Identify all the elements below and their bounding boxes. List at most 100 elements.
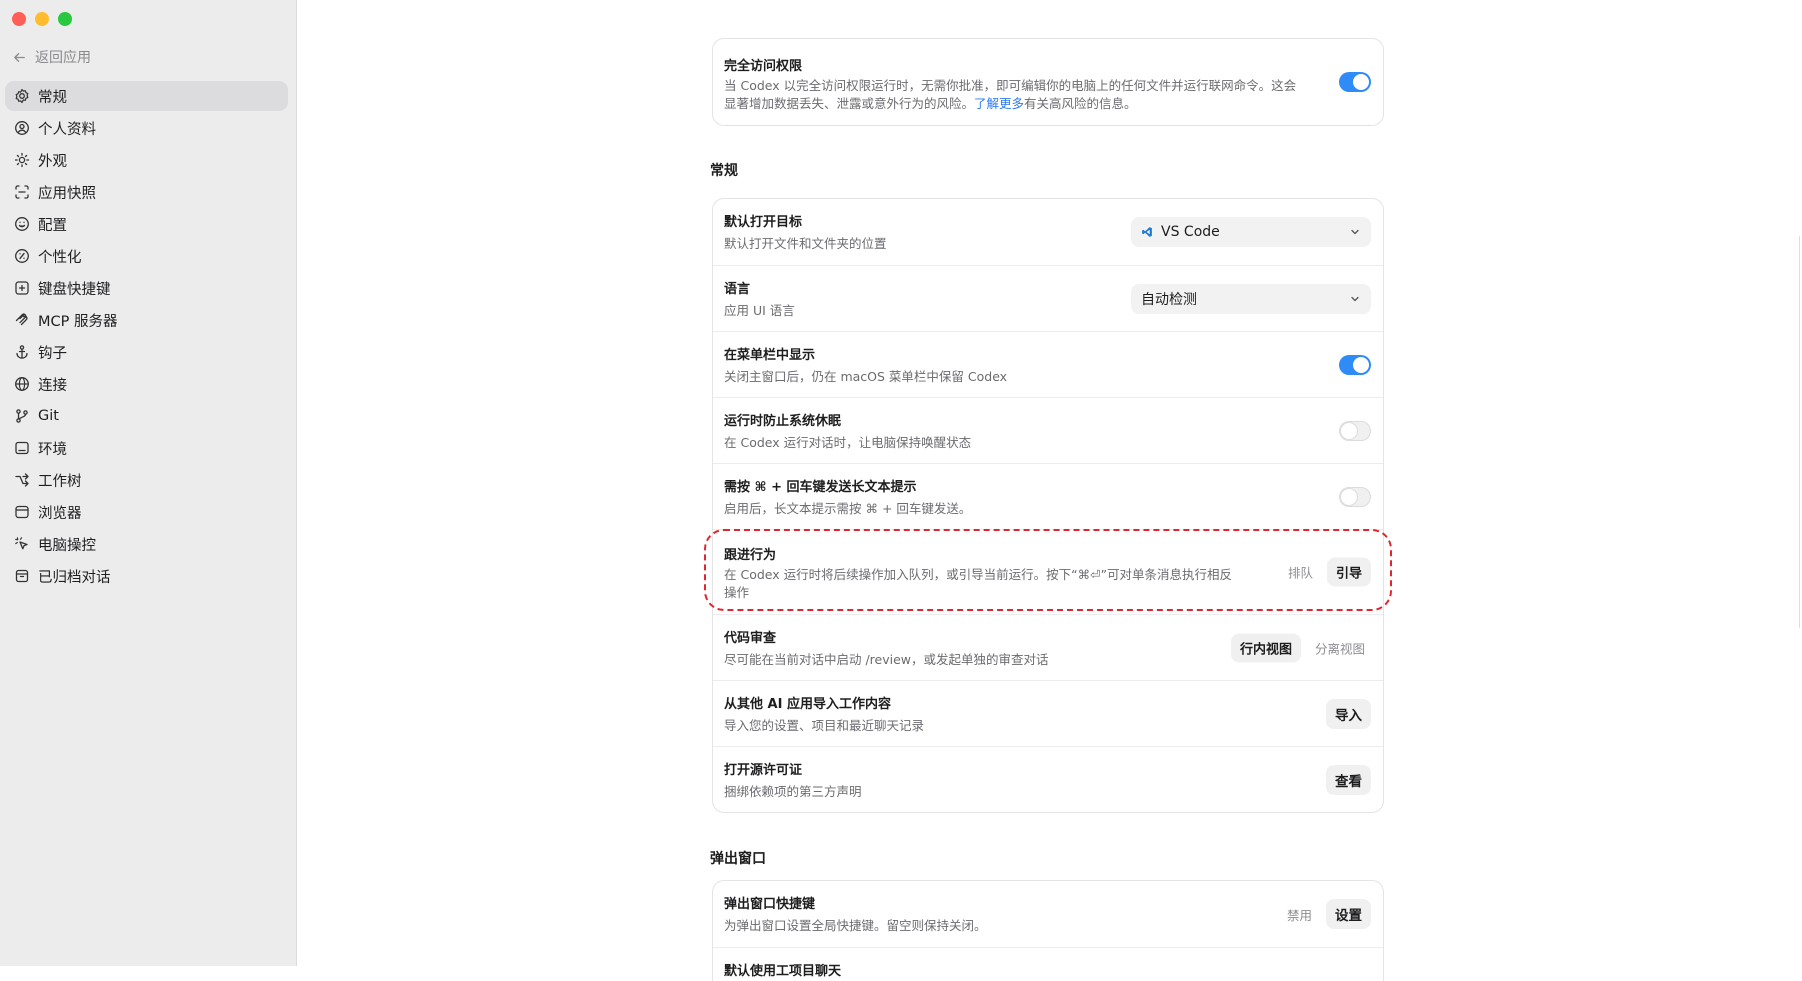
setting-show-in-menubar: 在菜单栏中显示 关闭主窗口后，仍在 macOS 菜单栏中保留 Codex — [713, 331, 1383, 397]
setting-description: 默认打开文件和文件夹的位置 — [724, 236, 887, 251]
sun-icon — [14, 152, 30, 168]
anchor-icon — [16, 345, 28, 359]
setting-default-open-target: 默认打开目标 默认打开文件和文件夹的位置 VS Code — [713, 199, 1383, 265]
setting-full-access: 完全访问权限 当 Codex 以完全访问权限运行时，无需你批准，即可编辑你的电脑… — [713, 39, 1383, 125]
sidebar-item-config[interactable]: 配置 — [5, 209, 288, 239]
default-open-select[interactable]: VS Code — [1131, 217, 1371, 247]
sidebar-item-label: 工作树 — [38, 473, 82, 490]
cmd-enter-toggle[interactable] — [1339, 486, 1371, 507]
steer-option[interactable]: 引导 — [1326, 557, 1371, 587]
sidebar-item-archived-chats[interactable]: 已归档对话 — [5, 561, 288, 591]
import-button[interactable]: 导入 — [1326, 698, 1371, 729]
desc-line-2-post: 有关高风险的信息。 — [1024, 96, 1137, 111]
sidebar-item-label: 浏览器 — [38, 505, 82, 522]
toggle-knob — [1341, 422, 1357, 439]
queue-option[interactable]: 排队 — [1282, 558, 1319, 587]
sidebar-item-hooks[interactable]: 钩子 — [5, 337, 288, 367]
arrow-left-icon — [14, 52, 25, 62]
setting-description: 尽可能在当前对话中启动 /review，或发起单独的审查对话 — [724, 652, 1049, 667]
setting-title: 需按 ⌘ + 回车键发送长文本提示 — [724, 480, 917, 495]
sidebar-item-browser[interactable]: 浏览器 — [5, 497, 288, 527]
scrollbar-track[interactable] — [1799, 236, 1800, 628]
sidebar-item-general[interactable]: 常规 — [5, 81, 288, 111]
select-value: VS Code — [1161, 224, 1220, 240]
full-access-toggle[interactable] — [1339, 72, 1371, 92]
select-value: 自动检测 — [1141, 291, 1197, 308]
setting-open-source-licenses: 打开源许可证 捆绑依赖项的第三方声明 查看 — [713, 746, 1383, 812]
control: 禁用 设置 — [1281, 899, 1371, 929]
user-circle-icon — [15, 121, 29, 135]
sidebar-item-label: 电脑操控 — [38, 537, 96, 554]
window-controls — [12, 12, 72, 26]
snapshot-icon — [15, 185, 29, 199]
shortcut-status: 禁用 — [1286, 907, 1312, 923]
inline-view-option[interactable]: 行内视图 — [1230, 633, 1301, 662]
menubar-toggle[interactable] — [1339, 354, 1371, 375]
setting-title: 语言 — [724, 282, 751, 297]
setting-description: 导入您的设置、项目和最近聊天记录 — [724, 718, 925, 733]
setting-import-from-ai-apps: 从其他 AI 应用导入工作内容 导入您的设置、项目和最近聊天记录 导入 — [713, 680, 1383, 746]
control — [1339, 486, 1371, 507]
split-view-option[interactable]: 分离视图 — [1309, 633, 1371, 662]
sidebar-item-label: 配置 — [38, 217, 67, 234]
settings-nav: 常规 个人资料 外观 应用快照 配置 个性化 键盘快捷键 MCP 服务器 钩子 … — [5, 81, 288, 593]
desc-line-2: 操作 — [724, 585, 750, 600]
control: VS Code — [1131, 217, 1371, 247]
sidebar-item-computer-control[interactable]: 电脑操控 — [5, 529, 288, 559]
sidebar-item-label: 键盘快捷键 — [38, 281, 111, 298]
learn-more-link[interactable]: 了解更多 — [974, 96, 1024, 111]
setting-popup-shortcut: 弹出窗口快捷键 为弹出窗口设置全局快捷键。留空则保持关闭。 禁用 设置 — [713, 881, 1383, 947]
keyboard-icon — [15, 281, 29, 295]
setting-cmd-enter-send: 需按 ⌘ + 回车键发送长文本提示 启用后，长文本提示需按 ⌘ + 回车键发送。 — [713, 463, 1383, 529]
control — [1339, 72, 1371, 92]
section-title-popup: 弹出窗口 — [710, 851, 766, 867]
close-window-button[interactable] — [12, 12, 26, 26]
gear-icon — [15, 88, 29, 104]
minimize-window-button[interactable] — [35, 12, 49, 26]
setting-language: 语言 应用 UI 语言 自动检测 — [713, 265, 1383, 331]
set-shortcut-button[interactable]: 设置 — [1326, 899, 1371, 929]
sidebar-item-personalization[interactable]: 个性化 — [5, 241, 288, 271]
sidebar-item-label: 钩子 — [38, 345, 67, 362]
toggle-knob — [1341, 488, 1357, 505]
control: 自动检测 — [1131, 283, 1371, 314]
sidebar-item-appearance[interactable]: 外观 — [5, 145, 288, 175]
sidebar-item-mcp-servers[interactable]: MCP 服务器 — [5, 305, 288, 335]
control: 行内视图 分离视图 — [1230, 633, 1371, 662]
sidebar-item-keyboard-shortcuts[interactable]: 键盘快捷键 — [5, 273, 288, 303]
view-licenses-button[interactable]: 查看 — [1326, 764, 1371, 795]
setting-description: 关闭主窗口后，仍在 macOS 菜单栏中保留 Codex — [724, 369, 1008, 384]
setting-title: 从其他 AI 应用导入工作内容 — [724, 697, 891, 712]
sidebar-item-label: 连接 — [38, 377, 67, 394]
sidebar-item-environment[interactable]: 环境 — [5, 433, 288, 463]
toggle-knob — [1353, 356, 1369, 373]
control — [1339, 354, 1371, 375]
sidebar-item-app-snapshot[interactable]: 应用快照 — [5, 177, 288, 207]
setting-description: 在 Codex 运行对话时，让电脑保持唤醒状态 — [724, 435, 972, 450]
setting-code-review: 代码审查 尽可能在当前对话中启动 /review，或发起单独的审查对话 行内视图… — [713, 614, 1383, 680]
prevent-sleep-toggle[interactable] — [1339, 420, 1371, 441]
config-icon — [15, 217, 29, 231]
desc-line-2-pre: 显著增加数据丢失、泄露或意外行为的风险。 — [724, 96, 975, 111]
setting-title: 运行时防止系统休眠 — [724, 414, 842, 429]
general-card: 默认打开目标 默认打开文件和文件夹的位置 VS Code 语言 应用 UI 语言… — [712, 198, 1384, 813]
sidebar-item-git[interactable]: Git — [5, 401, 288, 431]
control: 查看 — [1326, 764, 1371, 795]
back-to-app-button[interactable]: 返回应用 — [12, 47, 91, 67]
sidebar-item-profile[interactable]: 个人资料 — [5, 113, 288, 143]
control: 排队 引导 — [1282, 557, 1371, 587]
sidebar: 返回应用 常规 个人资料 外观 应用快照 配置 个性化 键盘快捷键 MCP 服务… — [0, 0, 297, 966]
maximize-window-button[interactable] — [58, 12, 72, 26]
setting-popup-default-project: 默认使用工项目聊天 — [713, 947, 1383, 981]
language-select[interactable]: 自动检测 — [1131, 283, 1371, 314]
setting-title: 完全访问权限 — [724, 59, 803, 74]
monitor-icon — [15, 441, 29, 455]
sidebar-item-label: 已归档对话 — [38, 569, 111, 586]
sidebar-item-label: 环境 — [38, 441, 67, 458]
chevron-down-icon — [1351, 296, 1359, 301]
sidebar-item-label: 个性化 — [38, 249, 82, 266]
setting-title: 默认使用工项目聊天 — [724, 964, 842, 979]
sidebar-item-connections[interactable]: 连接 — [5, 369, 288, 399]
sidebar-item-worktree[interactable]: 工作树 — [5, 465, 288, 495]
globe-icon — [15, 377, 29, 391]
